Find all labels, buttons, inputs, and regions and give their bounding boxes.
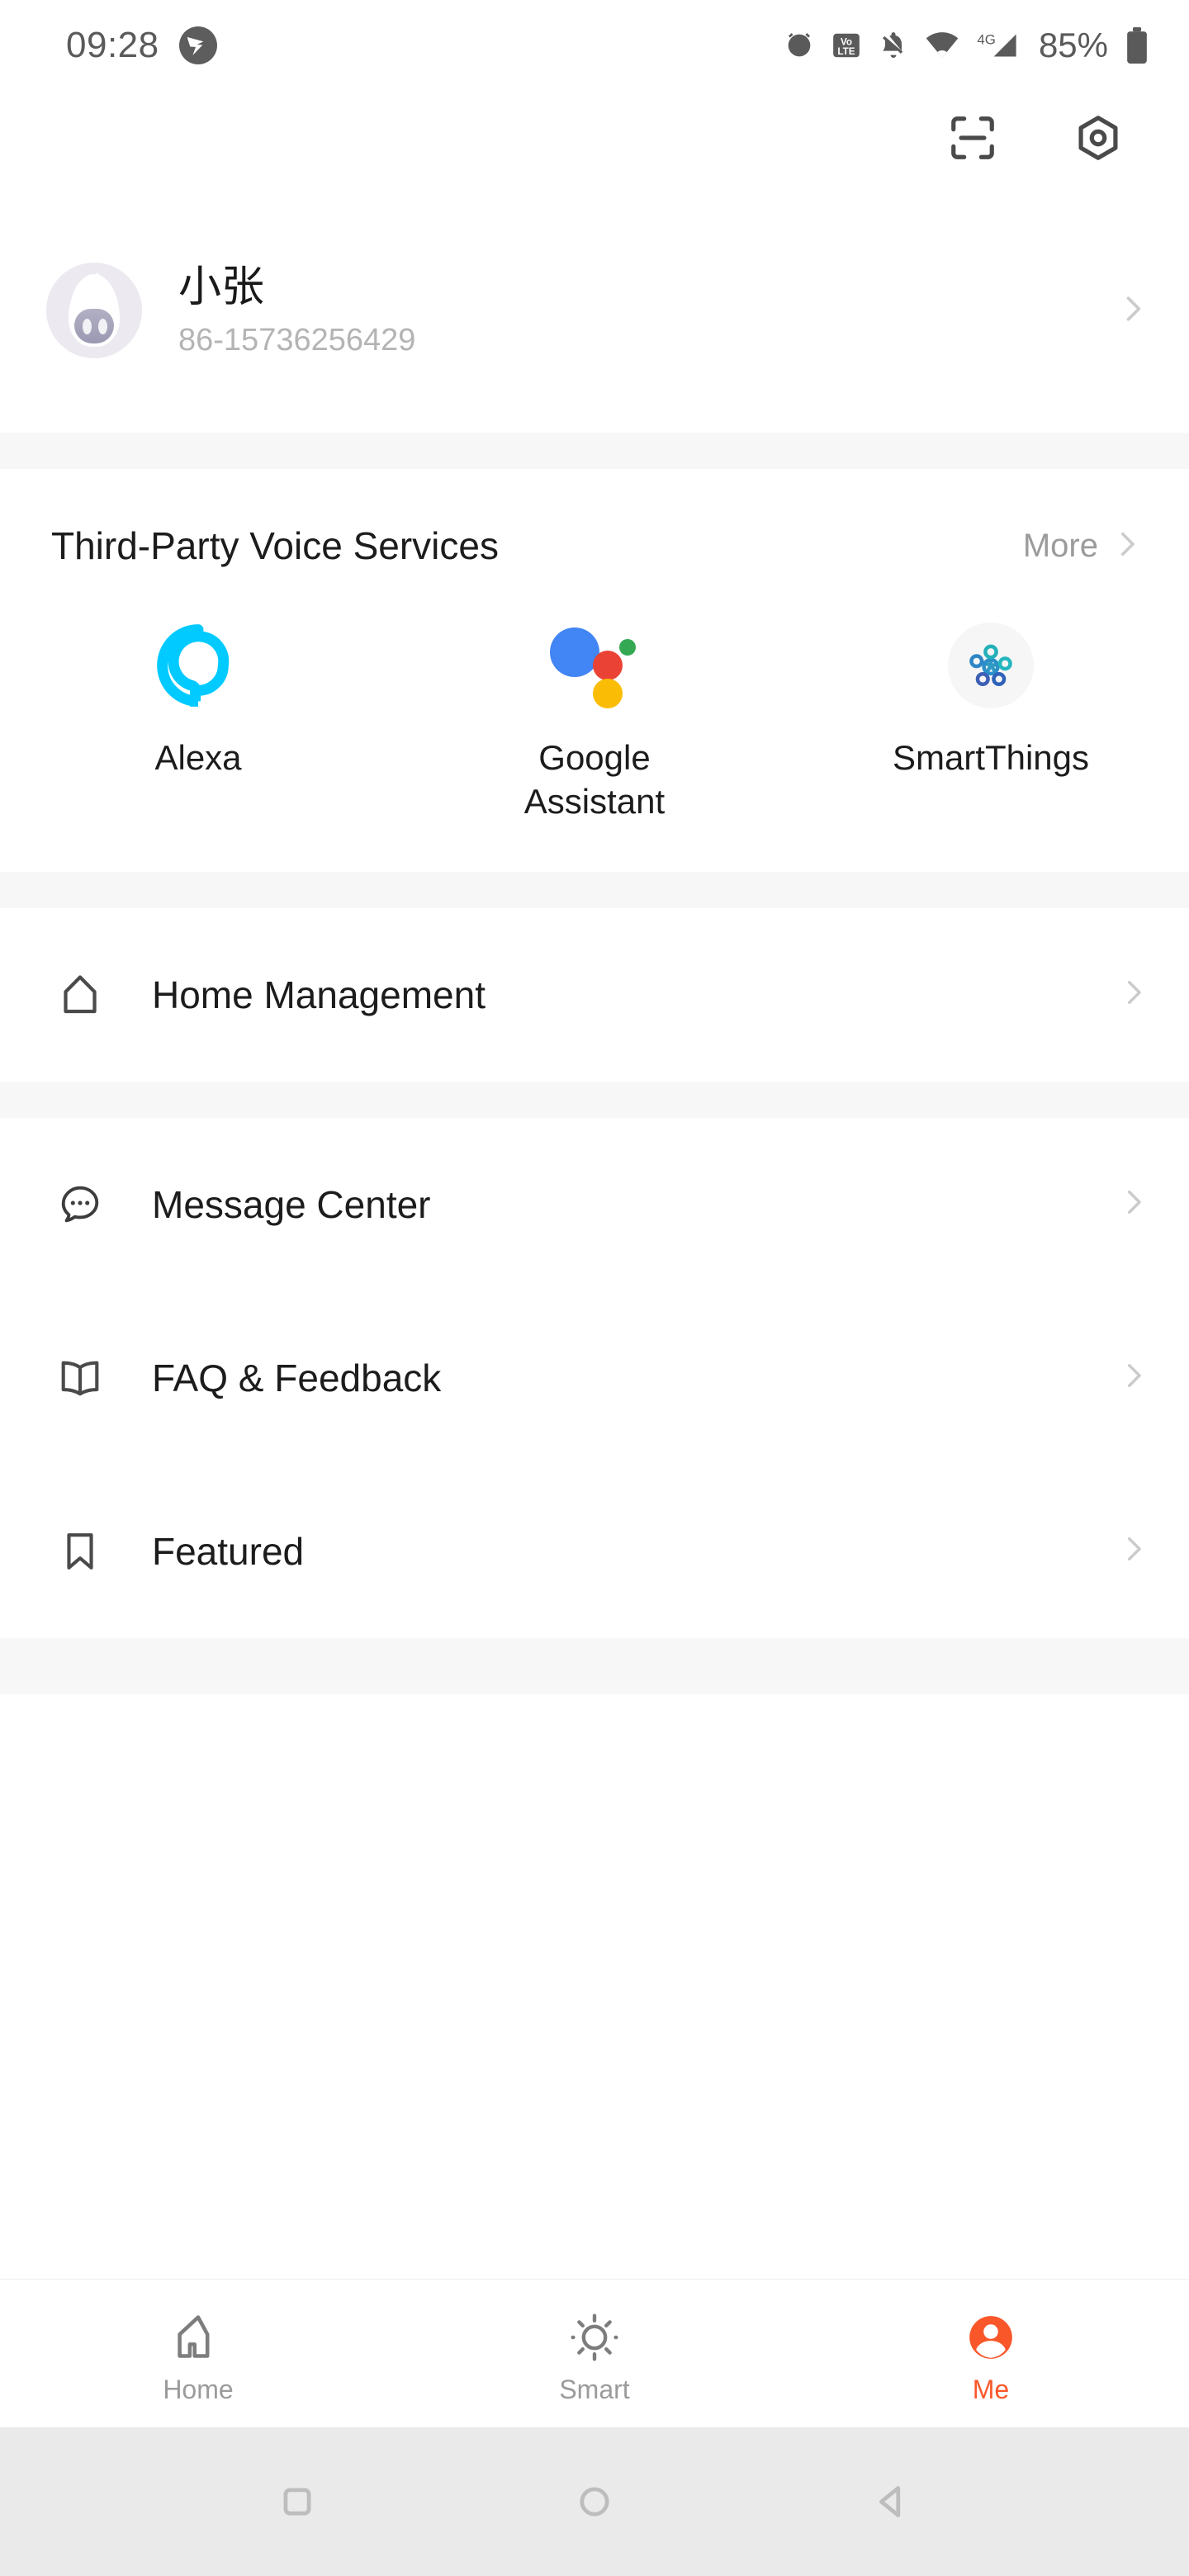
- app-screen: 09:28 Vo LTE 4G 85% 小张 86-15736256429 Th…: [0, 0, 1189, 2576]
- status-bar: 09:28 Vo LTE 4G 85%: [0, 0, 1189, 91]
- voice-service-label: Google Assistant: [523, 738, 666, 821]
- bookmark-icon: [51, 1527, 109, 1575]
- menu-secondary: Message Center FAQ & Feedback Featured: [0, 1117, 1189, 1638]
- home-circle-icon[interactable]: [549, 2456, 640, 2547]
- section-divider: [0, 1081, 1189, 1118]
- battery-percent: 85%: [1038, 26, 1108, 64]
- status-bar-left: 09:28: [66, 25, 217, 66]
- hexagon-settings-icon: [1073, 112, 1124, 168]
- chat-bubble-icon: [51, 1181, 109, 1229]
- menu-item-faq-feedback[interactable]: FAQ & Feedback: [0, 1290, 1189, 1465]
- avatar-nostril-left: [83, 319, 92, 334]
- section-divider: [0, 871, 1189, 908]
- wifi-icon: [925, 28, 959, 63]
- android-nav-bar: [0, 2427, 1189, 2576]
- signal-4g-icon: 4G: [974, 28, 1019, 63]
- app-notification-icon: [178, 26, 217, 64]
- avatar-muzzle: [74, 309, 114, 343]
- home-outline-icon: [51, 970, 109, 1020]
- menu-item-message-center[interactable]: Message Center: [0, 1117, 1189, 1291]
- person-icon: [965, 2302, 1016, 2363]
- profile-phone: 86-15736256429: [178, 323, 416, 358]
- menu-item-label: Featured: [152, 1529, 305, 1573]
- avatar: [46, 263, 142, 358]
- home-icon: [172, 2302, 225, 2363]
- chevron-right-icon: [1115, 291, 1151, 331]
- chevron-right-icon: [1116, 1358, 1151, 1397]
- tab-smart[interactable]: Smart: [396, 2302, 793, 2405]
- tab-home[interactable]: Home: [0, 2302, 396, 2405]
- status-bar-right: Vo LTE 4G 85%: [783, 26, 1151, 65]
- svg-text:4G: 4G: [977, 31, 996, 47]
- menu-item-home-management[interactable]: Home Management: [0, 907, 1189, 1082]
- recents-square-icon[interactable]: [252, 2456, 343, 2547]
- sun-icon: [569, 2302, 620, 2363]
- tab-me[interactable]: Me: [793, 2302, 1189, 2405]
- voice-services-header: Third-Party Voice Services More: [0, 477, 1189, 568]
- google-assistant-icon: [547, 621, 642, 710]
- bottom-filler: [0, 1637, 1189, 1694]
- header-actions: [0, 91, 1189, 188]
- chevron-right-icon: [1116, 975, 1151, 1014]
- voice-services-section: Third-Party Voice Services More Alexa Go…: [0, 469, 1189, 872]
- menu-primary: Home Management: [0, 907, 1189, 1082]
- profile-row[interactable]: 小张 86-15736256429: [0, 188, 1189, 433]
- chevron-right-icon: [1110, 527, 1144, 566]
- voice-services-grid: Alexa Google Assistant SmartThings: [0, 568, 1189, 872]
- smartthings-icon-wrap: [948, 621, 1034, 710]
- book-icon: [51, 1354, 109, 1402]
- status-time: 09:28: [66, 25, 159, 65]
- alexa-icon: [155, 621, 241, 710]
- back-triangle-icon[interactable]: [846, 2456, 937, 2547]
- battery-icon: [1123, 27, 1151, 64]
- tab-label: Smart: [559, 2375, 630, 2404]
- tab-label: Home: [163, 2375, 234, 2404]
- voice-services-more-button[interactable]: More: [1023, 527, 1144, 566]
- bottom-tab-bar: Home Smart Me: [0, 2279, 1189, 2427]
- profile-name: 小张: [178, 263, 265, 311]
- settings-button[interactable]: [1065, 107, 1131, 173]
- scan-button[interactable]: [940, 107, 1006, 173]
- tab-label: Me: [972, 2375, 1010, 2404]
- alarm-icon: [783, 29, 816, 62]
- menu-item-label: FAQ & Feedback: [152, 1356, 442, 1399]
- scan-icon: [947, 112, 998, 168]
- menu-item-label: Home Management: [152, 973, 486, 1016]
- voice-services-title: Third-Party Voice Services: [51, 524, 499, 567]
- svg-text:LTE: LTE: [837, 46, 855, 57]
- voice-services-more-label: More: [1022, 527, 1098, 564]
- chevron-right-icon: [1116, 1532, 1151, 1570]
- menu-item-label: Message Center: [152, 1182, 431, 1226]
- voice-service-google-assistant[interactable]: Google Assistant: [396, 621, 793, 824]
- profile-text: 小张 86-15736256429: [178, 263, 1115, 358]
- mute-icon: [877, 29, 910, 62]
- avatar-nostril-right: [98, 319, 107, 334]
- voice-service-label: SmartThings: [892, 738, 1090, 777]
- voice-service-smartthings[interactable]: SmartThings: [793, 621, 1189, 824]
- chevron-right-icon: [1116, 1185, 1151, 1224]
- voice-service-alexa[interactable]: Alexa: [0, 621, 396, 824]
- voice-service-label: Alexa: [154, 738, 242, 777]
- menu-item-featured[interactable]: Featured: [0, 1464, 1189, 1638]
- section-divider: [0, 433, 1189, 469]
- volte-icon: Vo LTE: [831, 30, 862, 61]
- smartthings-icon: [948, 623, 1034, 708]
